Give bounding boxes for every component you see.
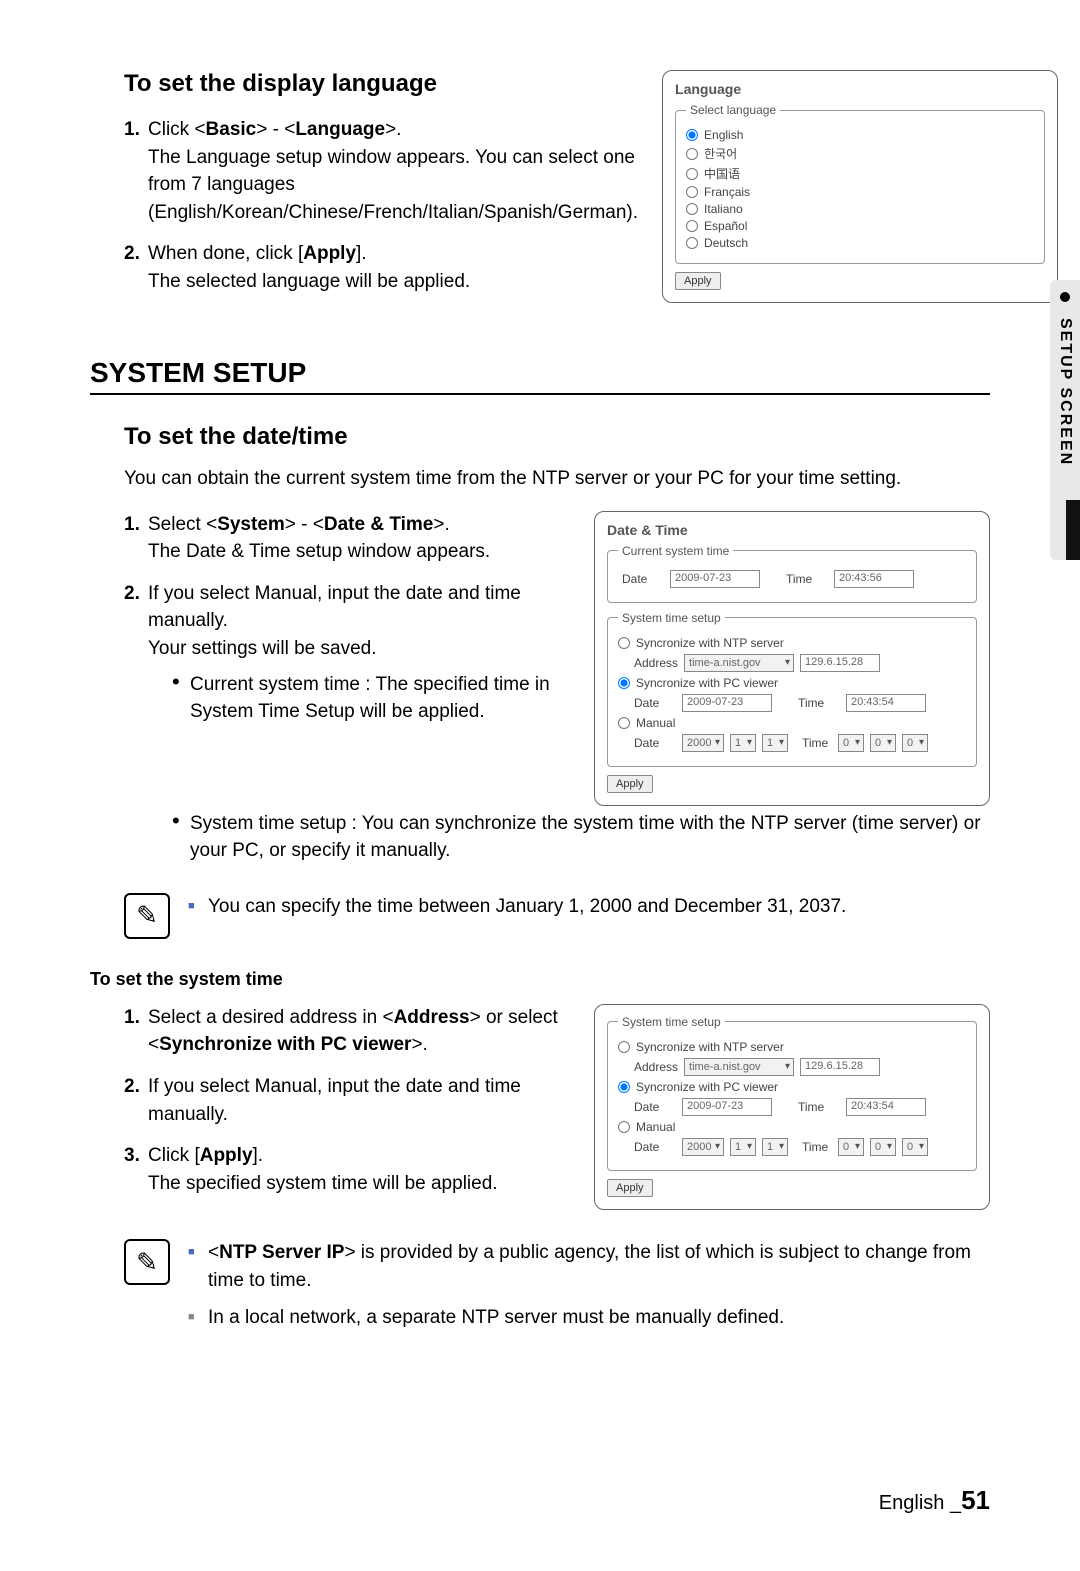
note-icon: ✎: [124, 1239, 170, 1285]
system-setup-heading: SYSTEM SETUP: [90, 357, 990, 395]
note-icon: ✎: [124, 893, 170, 939]
lang-step-1: 1. Click <Basic> - <Language>. The Langu…: [124, 116, 638, 226]
systime-opt-ntp[interactable]: Syncronize with NTP server: [618, 1040, 966, 1054]
side-black-marker: [1066, 500, 1080, 560]
datetime-heading: To set the date/time: [124, 423, 990, 451]
side-tab-dot: [1060, 292, 1070, 302]
language-panel-title: Language: [675, 81, 1045, 97]
systime-year[interactable]: 2000: [682, 1138, 724, 1156]
note-local-ntp: In a local network, a separate NTP serve…: [188, 1304, 990, 1332]
manual-day[interactable]: 1: [762, 734, 788, 752]
lang-opt-french[interactable]: Français: [686, 185, 1034, 199]
systime-step-2: 2. If you select Manual, input the date …: [124, 1073, 570, 1128]
systime-fieldset: System time setup Syncronize with NTP se…: [607, 1015, 977, 1171]
systime-opt-manual[interactable]: Manual: [618, 1120, 966, 1134]
side-tab-label: SETUP SCREEN: [1056, 318, 1074, 466]
dt-step-2: 2. If you select Manual, input the date …: [124, 580, 570, 726]
systime-address-select[interactable]: time-a.nist.gov: [684, 1058, 794, 1076]
manual-min[interactable]: 0: [870, 734, 896, 752]
dt-bullet-setup: System time setup : You can synchronize …: [172, 810, 990, 865]
datetime-panel: Date & Time Current system time Date 200…: [594, 511, 990, 806]
datetime-intro: You can obtain the current system time f…: [124, 465, 990, 493]
manual-hour[interactable]: 0: [838, 734, 864, 752]
pc-time: 20:43:54: [846, 694, 926, 712]
manual-month[interactable]: 1: [730, 734, 756, 752]
lang-opt-chinese[interactable]: 中国语: [686, 165, 1034, 182]
systime-panel: System time setup Syncronize with NTP se…: [594, 1004, 990, 1210]
systime-day[interactable]: 1: [762, 1138, 788, 1156]
systime-hour[interactable]: 0: [838, 1138, 864, 1156]
lang-opt-english[interactable]: English: [686, 128, 1034, 142]
lang-opt-spanish[interactable]: Español: [686, 219, 1034, 233]
systime-pc-time: 20:43:54: [846, 1098, 926, 1116]
opt-ntp[interactable]: Syncronize with NTP server: [618, 636, 966, 650]
language-panel: Language Select language English 한국어 中国语…: [662, 70, 1058, 303]
current-time-fieldset: Current system time Date 2009-07-23 Time…: [607, 544, 977, 603]
pc-date: 2009-07-23: [682, 694, 772, 712]
systime-opt-pc[interactable]: Syncronize with PC viewer: [618, 1080, 966, 1094]
lang-opt-german[interactable]: Deutsch: [686, 236, 1034, 250]
current-date: 2009-07-23: [670, 570, 760, 588]
systime-pc-date: 2009-07-23: [682, 1098, 772, 1116]
systime-step-1: 1. Select a desired address in <Address>…: [124, 1004, 570, 1059]
systime-month[interactable]: 1: [730, 1138, 756, 1156]
manual-year[interactable]: 2000: [682, 734, 724, 752]
lang-opt-italian[interactable]: Italiano: [686, 202, 1034, 216]
systime-ip: 129.6.15.28: [800, 1058, 880, 1076]
systime-step-3: 3. Click [Apply]. The specified system t…: [124, 1142, 570, 1197]
systime-apply-button[interactable]: Apply: [607, 1179, 653, 1197]
ntp-ip: 129.6.15.28: [800, 654, 880, 672]
system-time-setup-fieldset: System time setup Syncronize with NTP se…: [607, 611, 977, 767]
lang-heading: To set the display language: [124, 70, 638, 98]
page-footer: English _51: [879, 1485, 990, 1516]
lang-step-2: 2. When done, click [Apply]. The selecte…: [124, 240, 638, 295]
current-time: 20:43:56: [834, 570, 914, 588]
opt-manual[interactable]: Manual: [618, 716, 966, 730]
opt-pc[interactable]: Syncronize with PC viewer: [618, 676, 966, 690]
dt-step-1: 1. Select <System> - <Date & Time>. The …: [124, 511, 570, 566]
language-fieldset: Select language English 한국어 中国语 Français…: [675, 103, 1045, 264]
systime-sec[interactable]: 0: [902, 1138, 928, 1156]
ntp-address-select[interactable]: time-a.nist.gov: [684, 654, 794, 672]
datetime-panel-title: Date & Time: [607, 522, 977, 538]
datetime-apply-button[interactable]: Apply: [607, 775, 653, 793]
language-apply-button[interactable]: Apply: [675, 272, 721, 290]
dt-bullet-current: Current system time : The specified time…: [172, 671, 570, 726]
manual-sec[interactable]: 0: [902, 734, 928, 752]
systime-min[interactable]: 0: [870, 1138, 896, 1156]
note-time-range: You can specify the time between January…: [188, 893, 990, 921]
systime-heading: To set the system time: [90, 969, 990, 990]
lang-opt-korean[interactable]: 한국어: [686, 145, 1034, 162]
note-ntp-ip: <NTP Server IP> is provided by a public …: [188, 1239, 990, 1294]
